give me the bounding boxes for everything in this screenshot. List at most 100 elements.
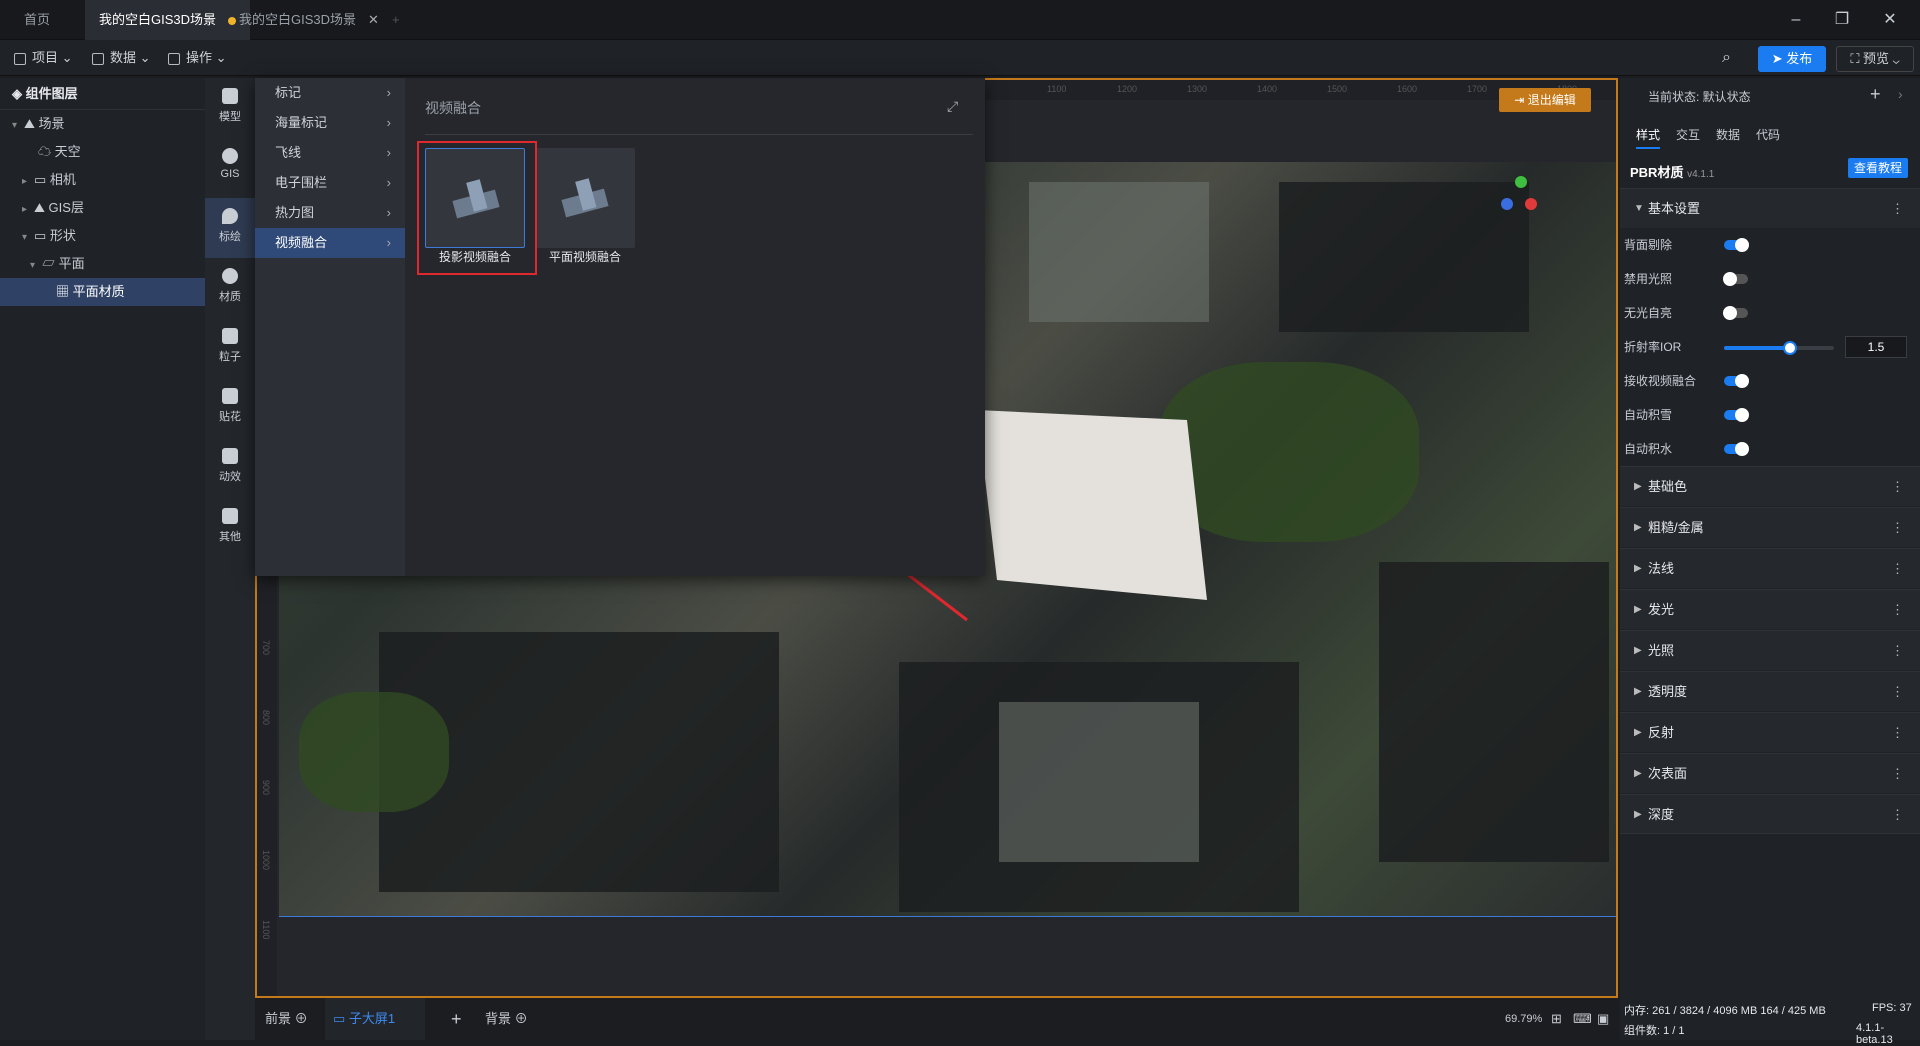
auto-water-toggle[interactable] (1724, 442, 1749, 456)
section-depth[interactable]: ▶ 深度 ⋮ (1620, 794, 1920, 834)
section-label: 发光 (1648, 602, 1675, 617)
section-base-color[interactable]: ▶ 基础色 ⋮ (1620, 466, 1920, 506)
tab-scene-2[interactable]: 我的空白GIS3D场景 ✕ (225, 0, 393, 40)
axis-gizmo-icon[interactable] (1501, 174, 1541, 224)
category-video-fusion[interactable]: 视频融合 › (255, 228, 405, 258)
section-lighting[interactable]: ▶ 光照 ⋮ (1620, 630, 1920, 670)
more-vertical-icon[interactable]: ⋮ (1891, 672, 1904, 712)
caret-down-icon[interactable]: ▾ (12, 112, 24, 140)
category-heatmap[interactable]: 热力图 › (255, 198, 405, 228)
publish-button[interactable]: ➤ 发布 (1758, 46, 1826, 72)
plane-object[interactable] (977, 410, 1237, 630)
more-vertical-icon[interactable]: ⋮ (1891, 590, 1904, 630)
more-vertical-icon[interactable]: ⋮ (1891, 795, 1904, 835)
material-label: PBR材质 (1630, 165, 1684, 180)
section-emissive[interactable]: ▶ 发光 ⋮ (1620, 589, 1920, 629)
row-self-illum: 无光自亮 (1620, 296, 1920, 330)
tool-gis[interactable]: GIS (205, 138, 255, 198)
menu-operate[interactable]: 操作 ⌄ (168, 40, 227, 76)
ior-slider-track[interactable] (1724, 341, 1834, 355)
keyboard-icon[interactable]: ⌨ (1573, 998, 1592, 1040)
tree-item-gis[interactable]: ▸ ⛰ GIS层 (0, 194, 205, 222)
section-opacity[interactable]: ▶ 透明度 ⋮ (1620, 671, 1920, 711)
tab-interaction[interactable]: 交互 (1676, 126, 1700, 143)
tree-item-sky[interactable]: ☁ 天空 (0, 138, 205, 166)
caret-down-icon[interactable]: ▾ (22, 224, 34, 252)
tool-material[interactable]: 材质 (205, 258, 255, 318)
terminal-icon[interactable]: ▣ (1597, 998, 1609, 1040)
menu-project[interactable]: 项目 ⌄ (14, 40, 73, 76)
tree-label: 平面 (58, 256, 85, 271)
tree-item-camera[interactable]: ▸ ▭ 相机 (0, 166, 205, 194)
tree-item-scene[interactable]: ▾ ⛰ 场景 (0, 110, 205, 138)
tab-foreground[interactable]: 前景 ⊕ (265, 998, 308, 1040)
section-label: 深度 (1648, 807, 1675, 822)
section-normal[interactable]: ▶ 法线 ⋮ (1620, 548, 1920, 588)
tab-home[interactable]: 首页 (10, 0, 64, 40)
category-fence[interactable]: 电子围栏 › (255, 168, 405, 198)
search-icon[interactable]: ⌕ (1722, 40, 1731, 76)
receive-video-toggle[interactable] (1724, 374, 1749, 388)
tool-other[interactable]: 其他 (205, 498, 255, 558)
card-plane-video-fusion[interactable] (535, 148, 635, 248)
tool-effect[interactable]: 动效 (205, 438, 255, 498)
tab-code[interactable]: 代码 (1756, 126, 1780, 143)
add-screen-icon[interactable]: + (451, 998, 462, 1040)
ior-slider-knob[interactable] (1783, 341, 1797, 355)
tab-background[interactable]: 背景 ⊕ (485, 998, 528, 1040)
exit-edit-button[interactable]: ⇥ 退出编辑 (1499, 88, 1591, 112)
map-block (1029, 182, 1209, 322)
caret-right-icon[interactable]: ▸ (22, 168, 34, 196)
tab-sub-screen[interactable]: ▭ 子大屏1 (325, 998, 425, 1040)
more-vertical-icon[interactable]: ⋮ (1891, 549, 1904, 589)
ruler-tick: 1100 (261, 920, 271, 940)
more-vertical-icon[interactable]: ⋮ (1891, 713, 1904, 753)
tool-particle[interactable]: 粒子 (205, 318, 255, 378)
add-state-icon[interactable]: + (1870, 84, 1881, 105)
more-vertical-icon[interactable]: ⋮ (1891, 754, 1904, 794)
tool-model[interactable]: 模型 (205, 78, 255, 138)
menu-data[interactable]: 数据 ⌄ (92, 40, 151, 76)
backface-cull-toggle[interactable] (1724, 238, 1749, 252)
disable-light-toggle[interactable] (1723, 272, 1748, 286)
chevron-right-icon[interactable]: › (1898, 86, 1903, 102)
more-vertical-icon[interactable]: ⋮ (1891, 631, 1904, 671)
caret-down-icon[interactable]: ▾ (30, 252, 42, 280)
restore-icon[interactable]: ❐ (1822, 0, 1862, 40)
add-circle-icon[interactable]: ⊕ (295, 1011, 308, 1026)
category-mass-marker[interactable]: 海量标记 › (255, 108, 405, 138)
caret-right-icon: ▶ (1634, 481, 1642, 492)
tutorial-button[interactable]: 查看教程 (1848, 158, 1908, 178)
section-basic[interactable]: ▼ 基本设置 ⋮ (1620, 188, 1920, 228)
zoom-level[interactable]: 69.79% (1505, 998, 1542, 1040)
tab-style[interactable]: 样式 (1636, 126, 1661, 149)
more-vertical-icon[interactable]: ⋮ (1891, 508, 1904, 548)
auto-snow-toggle[interactable] (1724, 408, 1749, 422)
tool-plot[interactable]: 标绘 (205, 198, 255, 258)
expand-icon[interactable]: ⤢ (947, 98, 958, 115)
self-illum-toggle[interactable] (1723, 306, 1748, 320)
tab-data[interactable]: 数据 (1716, 126, 1740, 143)
fit-screen-icon[interactable]: ⊞ (1551, 998, 1562, 1040)
minimize-icon[interactable]: – (1776, 0, 1816, 40)
category-label: 标记 (275, 85, 302, 100)
new-tab-icon[interactable]: + (378, 0, 414, 40)
tool-label: GIS (220, 168, 240, 180)
category-flyline[interactable]: 飞线 › (255, 138, 405, 168)
section-reflection[interactable]: ▶ 反射 ⋮ (1620, 712, 1920, 752)
preview-button[interactable]: ⛶ 预览 ⌄ (1836, 46, 1914, 72)
caret-right-icon[interactable]: ▸ (22, 196, 34, 224)
tool-decal[interactable]: 贴花 (205, 378, 255, 438)
tree-item-shape[interactable]: ▾ ▭ 形状 (0, 222, 205, 250)
version-label: v4.1.1 (1687, 169, 1715, 180)
tree-item-plane[interactable]: ▾ ▱ 平面 (0, 250, 205, 278)
tree-item-plane-material[interactable]: ▦ 平面材质 (0, 278, 205, 306)
section-subsurface[interactable]: ▶ 次表面 ⋮ (1620, 753, 1920, 793)
more-vertical-icon[interactable]: ⋮ (1891, 189, 1904, 229)
section-roughness-metal[interactable]: ▶ 粗糙/金属 ⋮ (1620, 507, 1920, 547)
more-vertical-icon[interactable]: ⋮ (1891, 467, 1904, 507)
ior-input[interactable]: 1.5 (1845, 336, 1907, 358)
category-marker[interactable]: 标记 › (255, 78, 405, 108)
close-window-icon[interactable]: ✕ (1870, 0, 1910, 40)
add-circle-icon[interactable]: ⊕ (515, 1011, 528, 1026)
